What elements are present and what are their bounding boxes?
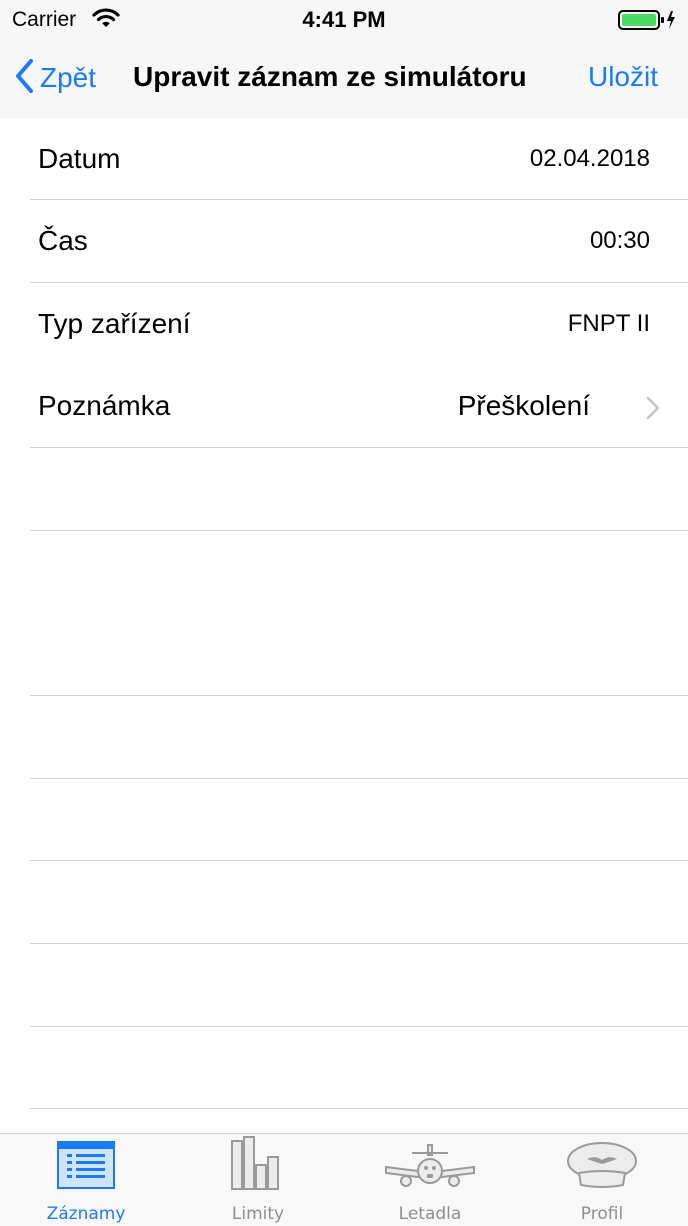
row-note[interactable]: Poznámka Přeškolení [0,365,688,447]
row-device-type[interactable]: Typ zařízení FNPT II [0,283,688,365]
navigation-bar: Zpět Upravit záznam ze simulátoru Uložit [0,40,688,118]
tab-profile-label: Profil [580,1204,624,1224]
date-label: Datum [38,143,121,174]
empty-row-separator [30,1026,688,1027]
bar-chart-icon [227,1135,289,1196]
list-icon [55,1139,117,1196]
time-label: Čas [38,225,88,256]
tab-aircraft-label: Letadla [398,1204,462,1224]
chevron-right-icon [646,396,660,425]
page-title: Upravit záznam ze simulátoru [133,61,527,92]
tab-profile[interactable]: Profil [516,1134,688,1226]
empty-row-separator [30,530,688,531]
time-value: 00:30 [589,227,650,254]
empty-row-separator [30,943,688,944]
status-bar: Carrier 4:41 PM [0,0,688,40]
tab-records-label: Záznamy [46,1204,126,1224]
tab-limits-label: Limity [231,1204,285,1224]
tab-records[interactable]: Záznamy [0,1134,172,1226]
back-label: Zpět [40,62,97,93]
row-date[interactable]: Datum 02.04.2018 [0,118,688,200]
empty-row-separator [30,695,688,696]
empty-row-separator [30,1108,688,1109]
clock: 4:41 PM [302,7,386,32]
device-type-value: FNPT II [567,310,650,337]
tab-limits[interactable]: Limity [172,1134,344,1226]
tab-bar: Záznamy Limity Letadla Profil [0,1133,688,1226]
pilot-cap-icon [565,1139,639,1196]
airplane-icon [382,1141,478,1196]
note-value: Přeškolení [457,390,590,421]
empty-row-separator [30,860,688,861]
date-value: 02.04.2018 [529,145,650,172]
row-separator [30,447,688,448]
row-time[interactable]: Čas 00:30 [0,200,688,282]
device-type-label: Typ zařízení [38,308,191,339]
empty-row-separator [30,778,688,779]
save-button[interactable]: Uložit [588,61,658,93]
tab-aircraft[interactable]: Letadla [344,1134,516,1226]
chevron-left-icon [14,58,34,99]
note-label: Poznámka [38,390,171,421]
battery-icon [618,8,678,37]
back-button[interactable]: Zpět [14,58,96,98]
